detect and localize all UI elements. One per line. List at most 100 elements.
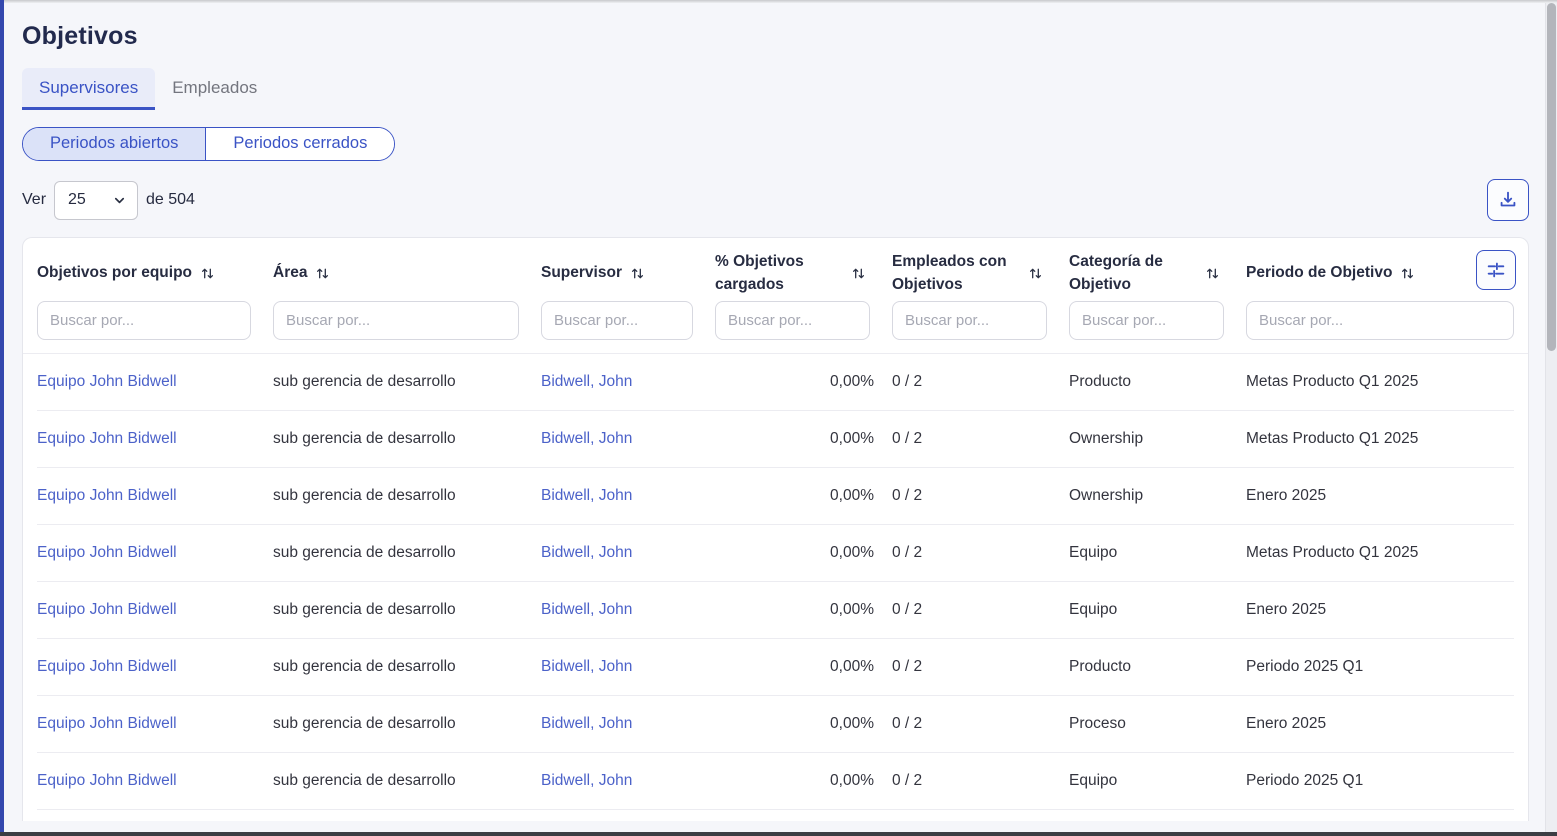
column-label: % Objetivos cargados [715,251,825,296]
filter-periodos-cerrados[interactable]: Periodos cerrados [205,128,394,160]
table-header: Objetivos por equipo Área Supervisor % O… [23,238,1528,354]
employees-cell: 0 / 2 [892,373,1069,391]
pct-cell: 0,00% [715,544,892,562]
employees-cell: 0 / 2 [892,544,1069,562]
period-filter-group: Periodos abiertos Periodos cerrados [22,127,395,161]
sort-arrows-icon[interactable] [200,266,215,281]
column-settings-button[interactable] [1476,250,1516,290]
area-cell: sub gerencia de desarrollo [273,487,541,505]
column-header-pct-objetivos-cargados: % Objetivos cargados [715,250,892,297]
search-input-empleados[interactable] [892,301,1047,340]
team-link[interactable]: Equipo John Bidwell [37,430,273,448]
category-cell: Proceso [1069,715,1246,733]
employees-cell: 0 / 2 [892,430,1069,448]
supervisor-link[interactable]: Bidwell, John [541,715,715,733]
supervisor-link[interactable]: Bidwell, John [541,373,715,391]
team-link[interactable]: Equipo John Bidwell [37,544,273,562]
sort-arrows-icon[interactable] [1400,266,1415,281]
area-cell: sub gerencia de desarrollo [273,430,541,448]
window-top-border [0,0,1557,3]
download-button[interactable] [1487,179,1529,221]
sort-arrows-icon[interactable] [1028,266,1043,281]
search-input-periodo[interactable] [1246,301,1514,340]
window-bottom-border [0,832,1557,836]
period-cell: Enero 2025 [1246,715,1514,733]
search-row [37,301,1514,340]
team-link[interactable]: Equipo John Bidwell [37,601,273,619]
page-size-value: 25 [68,191,86,209]
employees-cell: 0 / 2 [892,715,1069,733]
search-input-area[interactable] [273,301,519,340]
table-row: Equipo John Bidwell sub gerencia de desa… [37,753,1514,810]
team-link[interactable]: Equipo John Bidwell [37,658,273,676]
pct-cell: 0,00% [715,715,892,733]
sort-arrows-icon[interactable] [315,266,330,281]
page-title: Objetivos [22,22,1529,51]
column-header-empleados-con-objetivos: Empleados con Objetivos [892,250,1069,297]
search-input-pct-objetivos[interactable] [715,301,870,340]
employees-cell: 0 / 2 [892,658,1069,676]
column-label: Supervisor [541,262,622,284]
team-link[interactable]: Equipo John Bidwell [37,715,273,733]
column-header-supervisor: Supervisor [541,250,715,297]
period-cell: Enero 2025 [1246,601,1514,619]
category-cell: Producto [1069,658,1246,676]
category-cell: Producto [1069,373,1246,391]
area-cell: sub gerencia de desarrollo [273,601,541,619]
page-size-select[interactable]: 25 [54,181,138,220]
column-label: Objetivos por equipo [37,262,192,284]
column-header-objetivos-por-equipo: Objetivos por equipo [37,250,273,297]
sort-arrows-icon[interactable] [851,266,866,281]
search-input-categoria[interactable] [1069,301,1224,340]
page-size-prefix-label: Ver [22,191,46,209]
period-cell: Metas Producto Q1 2025 [1246,373,1514,391]
table-controls: Ver 25 de 504 [22,179,1529,221]
period-cell: Periodo 2025 Q1 [1246,658,1514,676]
period-cell: Periodo 2025 Q1 [1246,772,1514,790]
employees-cell: 0 / 2 [892,772,1069,790]
period-cell: Metas Producto Q1 2025 [1246,544,1514,562]
team-link[interactable]: Equipo John Bidwell [37,772,273,790]
search-input-objetivos-por-equipo[interactable] [37,301,251,340]
category-cell: Equipo [1069,601,1246,619]
area-cell: sub gerencia de desarrollo [273,715,541,733]
column-label: Categoría de Objetivo [1069,251,1179,296]
period-cell: Metas Producto Q1 2025 [1246,430,1514,448]
pct-cell: 0,00% [715,658,892,676]
search-input-supervisor[interactable] [541,301,693,340]
category-cell: Ownership [1069,487,1246,505]
category-cell: Equipo [1069,772,1246,790]
team-link[interactable]: Equipo John Bidwell [37,373,273,391]
area-cell: sub gerencia de desarrollo [273,658,541,676]
objetivos-page: Objetivos Supervisores Empleados Periodo… [4,3,1545,832]
pct-cell: 0,00% [715,487,892,505]
sort-arrows-icon[interactable] [1205,266,1220,281]
team-link[interactable]: Equipo John Bidwell [37,487,273,505]
column-label: Periodo de Objetivo [1246,262,1392,284]
supervisor-link[interactable]: Bidwell, John [541,772,715,790]
supervisor-link[interactable]: Bidwell, John [541,544,715,562]
tab-empleados[interactable]: Empleados [155,68,274,110]
download-icon [1497,189,1519,211]
tab-supervisores[interactable]: Supervisores [22,68,155,110]
pct-cell: 0,00% [715,601,892,619]
scrollbar-thumb[interactable] [1547,3,1556,351]
pct-cell: 0,00% [715,430,892,448]
window-left-border [0,0,4,836]
category-cell: Ownership [1069,430,1246,448]
supervisor-link[interactable]: Bidwell, John [541,487,715,505]
filter-periodos-abiertos[interactable]: Periodos abiertos [23,128,205,160]
vertical-scrollbar[interactable] [1545,3,1557,832]
pct-cell: 0,00% [715,373,892,391]
column-header-row: Objetivos por equipo Área Supervisor % O… [37,250,1514,297]
supervisor-link[interactable]: Bidwell, John [541,430,715,448]
table-row: Equipo John Bidwell sub gerencia de desa… [37,411,1514,468]
supervisor-link[interactable]: Bidwell, John [541,658,715,676]
column-settings-icon [1485,259,1507,281]
employees-cell: 0 / 2 [892,601,1069,619]
column-header-categoria-de-objetivo: Categoría de Objetivo [1069,250,1246,297]
category-cell: Equipo [1069,544,1246,562]
table-row: Equipo John Bidwell sub gerencia de desa… [37,582,1514,639]
supervisor-link[interactable]: Bidwell, John [541,601,715,619]
sort-arrows-icon[interactable] [630,266,645,281]
